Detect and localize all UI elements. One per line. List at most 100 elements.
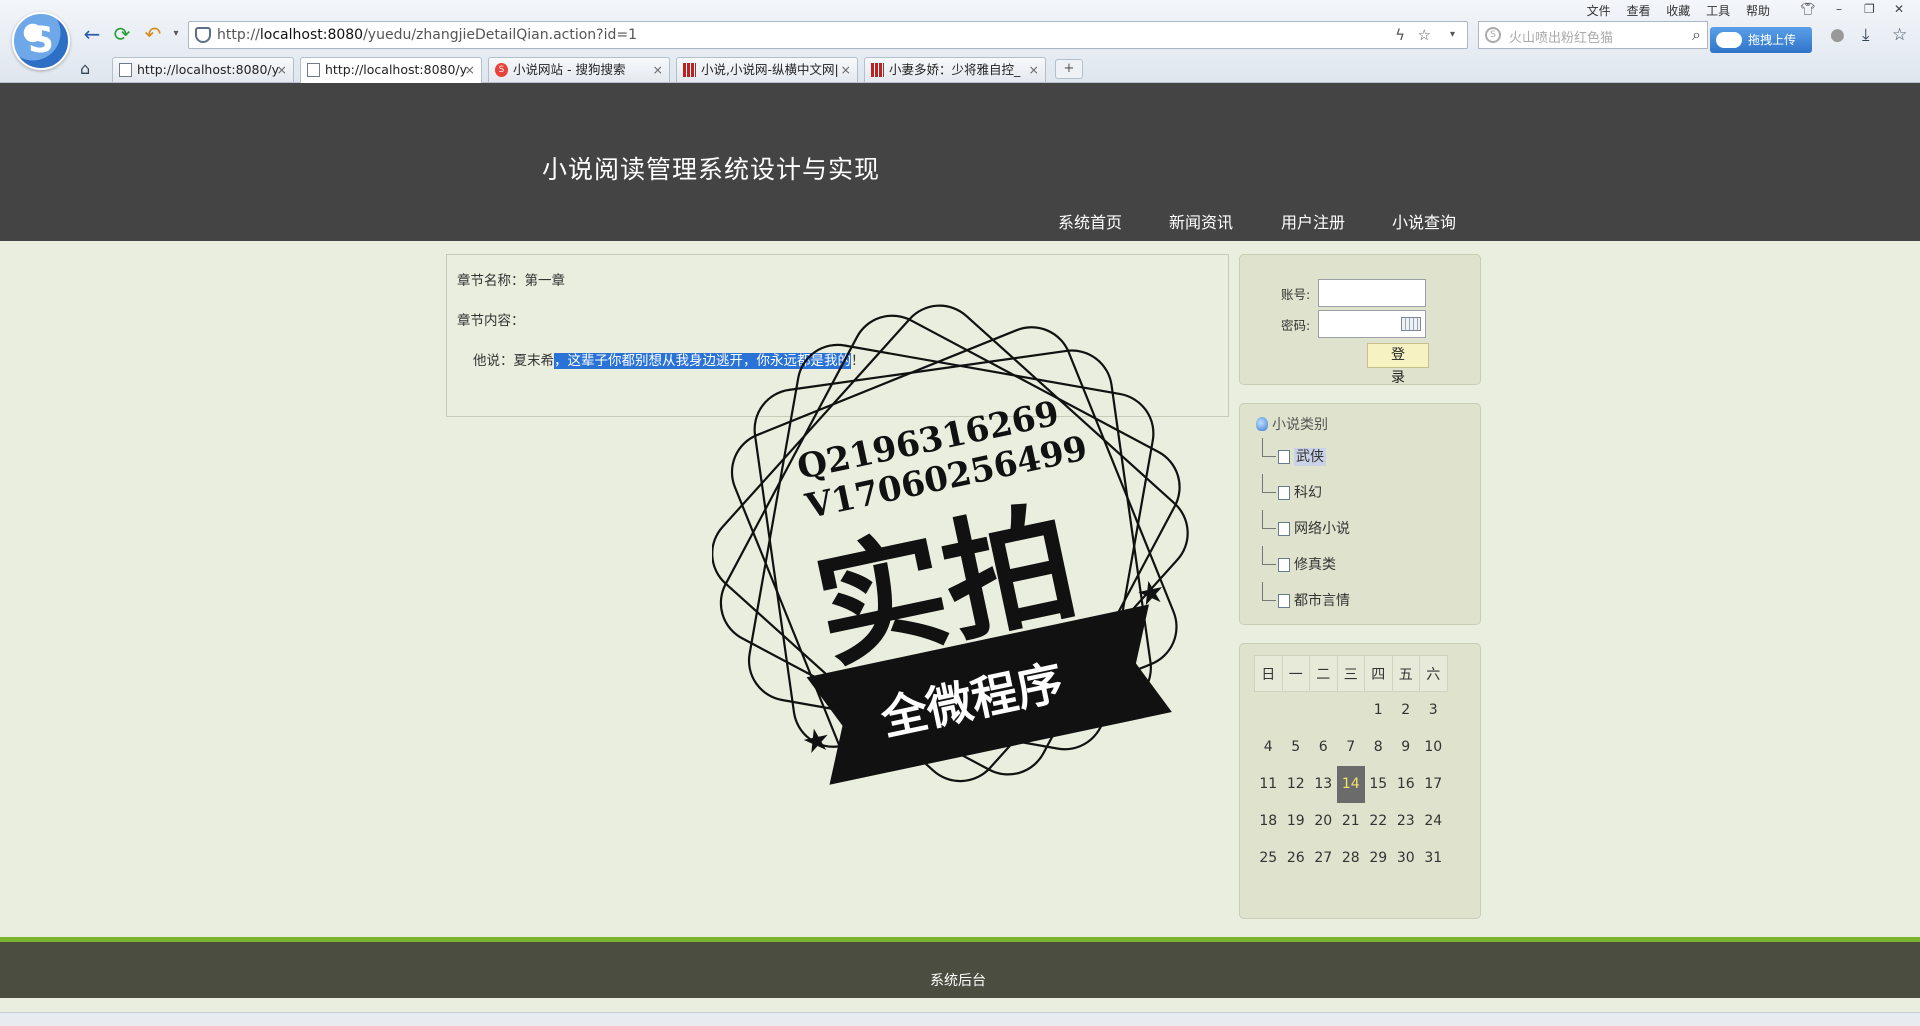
doc-icon: [1278, 558, 1290, 572]
tree-line: [1262, 474, 1276, 493]
browser-tab[interactable]: 小妻多娇：少将雅自控_ ×: [864, 57, 1046, 82]
category-item-wuxia[interactable]: 武侠: [1262, 438, 1326, 468]
menu-tools[interactable]: 工具: [1706, 4, 1730, 18]
calendar-day[interactable]: 8: [1365, 729, 1393, 766]
category-item-scifi[interactable]: 科幻: [1262, 474, 1322, 504]
nav-register[interactable]: 用户注册: [1281, 209, 1345, 233]
menu-help[interactable]: 帮助: [1746, 4, 1770, 18]
weekday-sun: 日: [1254, 655, 1283, 692]
calendar-day[interactable]: 19: [1282, 803, 1310, 840]
browser-tab[interactable]: http://localhost:8080/y ×: [112, 57, 294, 82]
tab-close-icon[interactable]: ×: [465, 58, 475, 81]
calendar-day-today[interactable]: 14: [1337, 765, 1365, 803]
calendar-day[interactable]: 11: [1255, 766, 1283, 803]
chapter-content[interactable]: 他说：夏末希，这辈子你都别想从我身边逃开，你永远都是我的！: [473, 349, 865, 369]
category-item-urban-romance[interactable]: 都市言情: [1262, 582, 1350, 612]
circle-icon[interactable]: ●: [1830, 25, 1845, 45]
calendar-day[interactable]: 2: [1392, 692, 1420, 729]
nav-news[interactable]: 新闻资讯: [1169, 209, 1233, 233]
calendar-day[interactable]: 6: [1310, 729, 1338, 766]
calendar-day[interactable]: 24: [1420, 803, 1448, 840]
menu-favorites[interactable]: 收藏: [1666, 4, 1690, 18]
calendar-day[interactable]: [1282, 692, 1310, 729]
calendar-day[interactable]: 21: [1337, 803, 1365, 840]
download-icon[interactable]: ⤓: [1862, 25, 1870, 45]
calendar-day[interactable]: 20: [1310, 803, 1338, 840]
chevron-down-icon[interactable]: ▾: [1450, 29, 1455, 40]
weekday-mon: 一: [1281, 655, 1310, 692]
browser-tab[interactable]: S 小说网站 - 搜狗搜索 ×: [488, 57, 670, 82]
calendar-day[interactable]: 15: [1365, 766, 1393, 803]
category-item-xiuzhen[interactable]: 修真类: [1262, 546, 1336, 576]
address-url[interactable]: http://localhost:8080/yuedu/zhangjieDeta…: [217, 27, 637, 43]
calendar-day[interactable]: 12: [1282, 766, 1310, 803]
calendar-day[interactable]: [1310, 692, 1338, 729]
new-tab-button[interactable]: +: [1055, 59, 1083, 79]
site-title: 小说阅读管理系统设计与实现: [542, 155, 881, 184]
calendar-day[interactable]: 22: [1365, 803, 1393, 840]
address-bar[interactable]: http://localhost:8080/yuedu/zhangjieDeta…: [188, 21, 1468, 49]
calendar-day[interactable]: 28: [1337, 840, 1365, 877]
calendar-panel: 日 一 二 三 四 五 六 123 4 5 6 7 8 9 10 11 12 13 14 15 16 1…: [1239, 643, 1481, 919]
nav-novel-search[interactable]: 小说查询: [1392, 209, 1456, 233]
lightning-icon[interactable]: ϟ: [1395, 26, 1405, 44]
calendar-day[interactable]: 23: [1392, 803, 1420, 840]
bookmark-star-icon[interactable]: ☆: [1892, 25, 1907, 45]
shirt-icon[interactable]: 👕︎: [1800, 2, 1815, 16]
browser-toolbar: ← ⟳ ↶ ▾ http://localhost:8080/yuedu/zhan…: [0, 0, 1920, 83]
tab-close-icon[interactable]: ×: [277, 58, 287, 81]
calendar-day[interactable]: 27: [1310, 840, 1338, 877]
search-input[interactable]: 火山喷出粉红色猫: [1509, 27, 1613, 46]
calendar-day[interactable]: 18: [1255, 803, 1283, 840]
doc-icon: [1278, 522, 1290, 536]
calendar-day[interactable]: 16: [1392, 766, 1420, 803]
menu-view[interactable]: 查看: [1626, 4, 1650, 18]
password-input[interactable]: [1318, 310, 1426, 338]
admin-link[interactable]: 系统后台: [930, 970, 986, 990]
calendar-day[interactable]: 26: [1282, 840, 1310, 877]
calendar-day[interactable]: 25: [1255, 840, 1283, 877]
login-button[interactable]: 登 录: [1367, 343, 1429, 386]
sogou-icon: S: [495, 63, 508, 77]
refresh-icon[interactable]: ⟳: [110, 22, 134, 46]
calendar-day[interactable]: 30: [1392, 840, 1420, 877]
close-window-icon[interactable]: ✕: [1894, 2, 1904, 16]
tab-close-icon[interactable]: ×: [1029, 58, 1039, 81]
calendar-day[interactable]: 5: [1282, 729, 1310, 766]
calendar-day[interactable]: 3: [1420, 692, 1448, 729]
star-icon[interactable]: ☆: [1418, 26, 1431, 44]
calendar-day[interactable]: 10: [1420, 729, 1448, 766]
keyboard-icon[interactable]: [1401, 317, 1421, 331]
calendar-day[interactable]: 7: [1337, 729, 1365, 766]
calendar-day[interactable]: 13: [1310, 766, 1338, 803]
home-icon[interactable]: ⌂: [80, 59, 90, 78]
browser-tab[interactable]: 小说,小说网-纵横中文网| ×: [676, 57, 858, 82]
calendar-day[interactable]: [1255, 692, 1283, 729]
doc-icon: [1278, 486, 1290, 500]
calendar-day[interactable]: 31: [1420, 840, 1448, 877]
calendar-day[interactable]: 29: [1365, 840, 1393, 877]
restore-icon[interactable]: ❐: [1864, 2, 1875, 16]
calendar-day[interactable]: 9: [1392, 729, 1420, 766]
back-arrow-icon[interactable]: ←: [80, 22, 104, 46]
chevron-down-icon[interactable]: ▾: [164, 22, 188, 46]
nav-home[interactable]: 系统首页: [1058, 209, 1122, 233]
category-item-web-novel[interactable]: 网络小说: [1262, 510, 1350, 540]
calendar-day[interactable]: [1337, 692, 1365, 729]
tab-close-icon[interactable]: ×: [653, 58, 663, 81]
minimize-icon[interactable]: –: [1836, 2, 1842, 16]
browser-logo[interactable]: [12, 12, 70, 70]
calendar-day[interactable]: 4: [1255, 729, 1283, 766]
search-box[interactable]: S 火山喷出粉红色猫 ⌕: [1478, 21, 1708, 49]
search-icon[interactable]: ⌕: [1692, 25, 1701, 45]
upload-button[interactable]: 拖拽上传: [1710, 27, 1812, 53]
doc-icon: [307, 63, 320, 77]
calendar-day[interactable]: 17: [1420, 766, 1448, 803]
tab-close-icon[interactable]: ×: [841, 58, 851, 81]
account-input[interactable]: [1318, 279, 1426, 307]
browser-tab-active[interactable]: http://localhost:8080/y ×: [300, 57, 482, 83]
calendar-day[interactable]: 1: [1365, 692, 1393, 729]
star-icon: ★: [1133, 571, 1169, 614]
menu-file[interactable]: 文件: [1587, 4, 1611, 18]
undo-icon[interactable]: ↶: [141, 22, 165, 46]
